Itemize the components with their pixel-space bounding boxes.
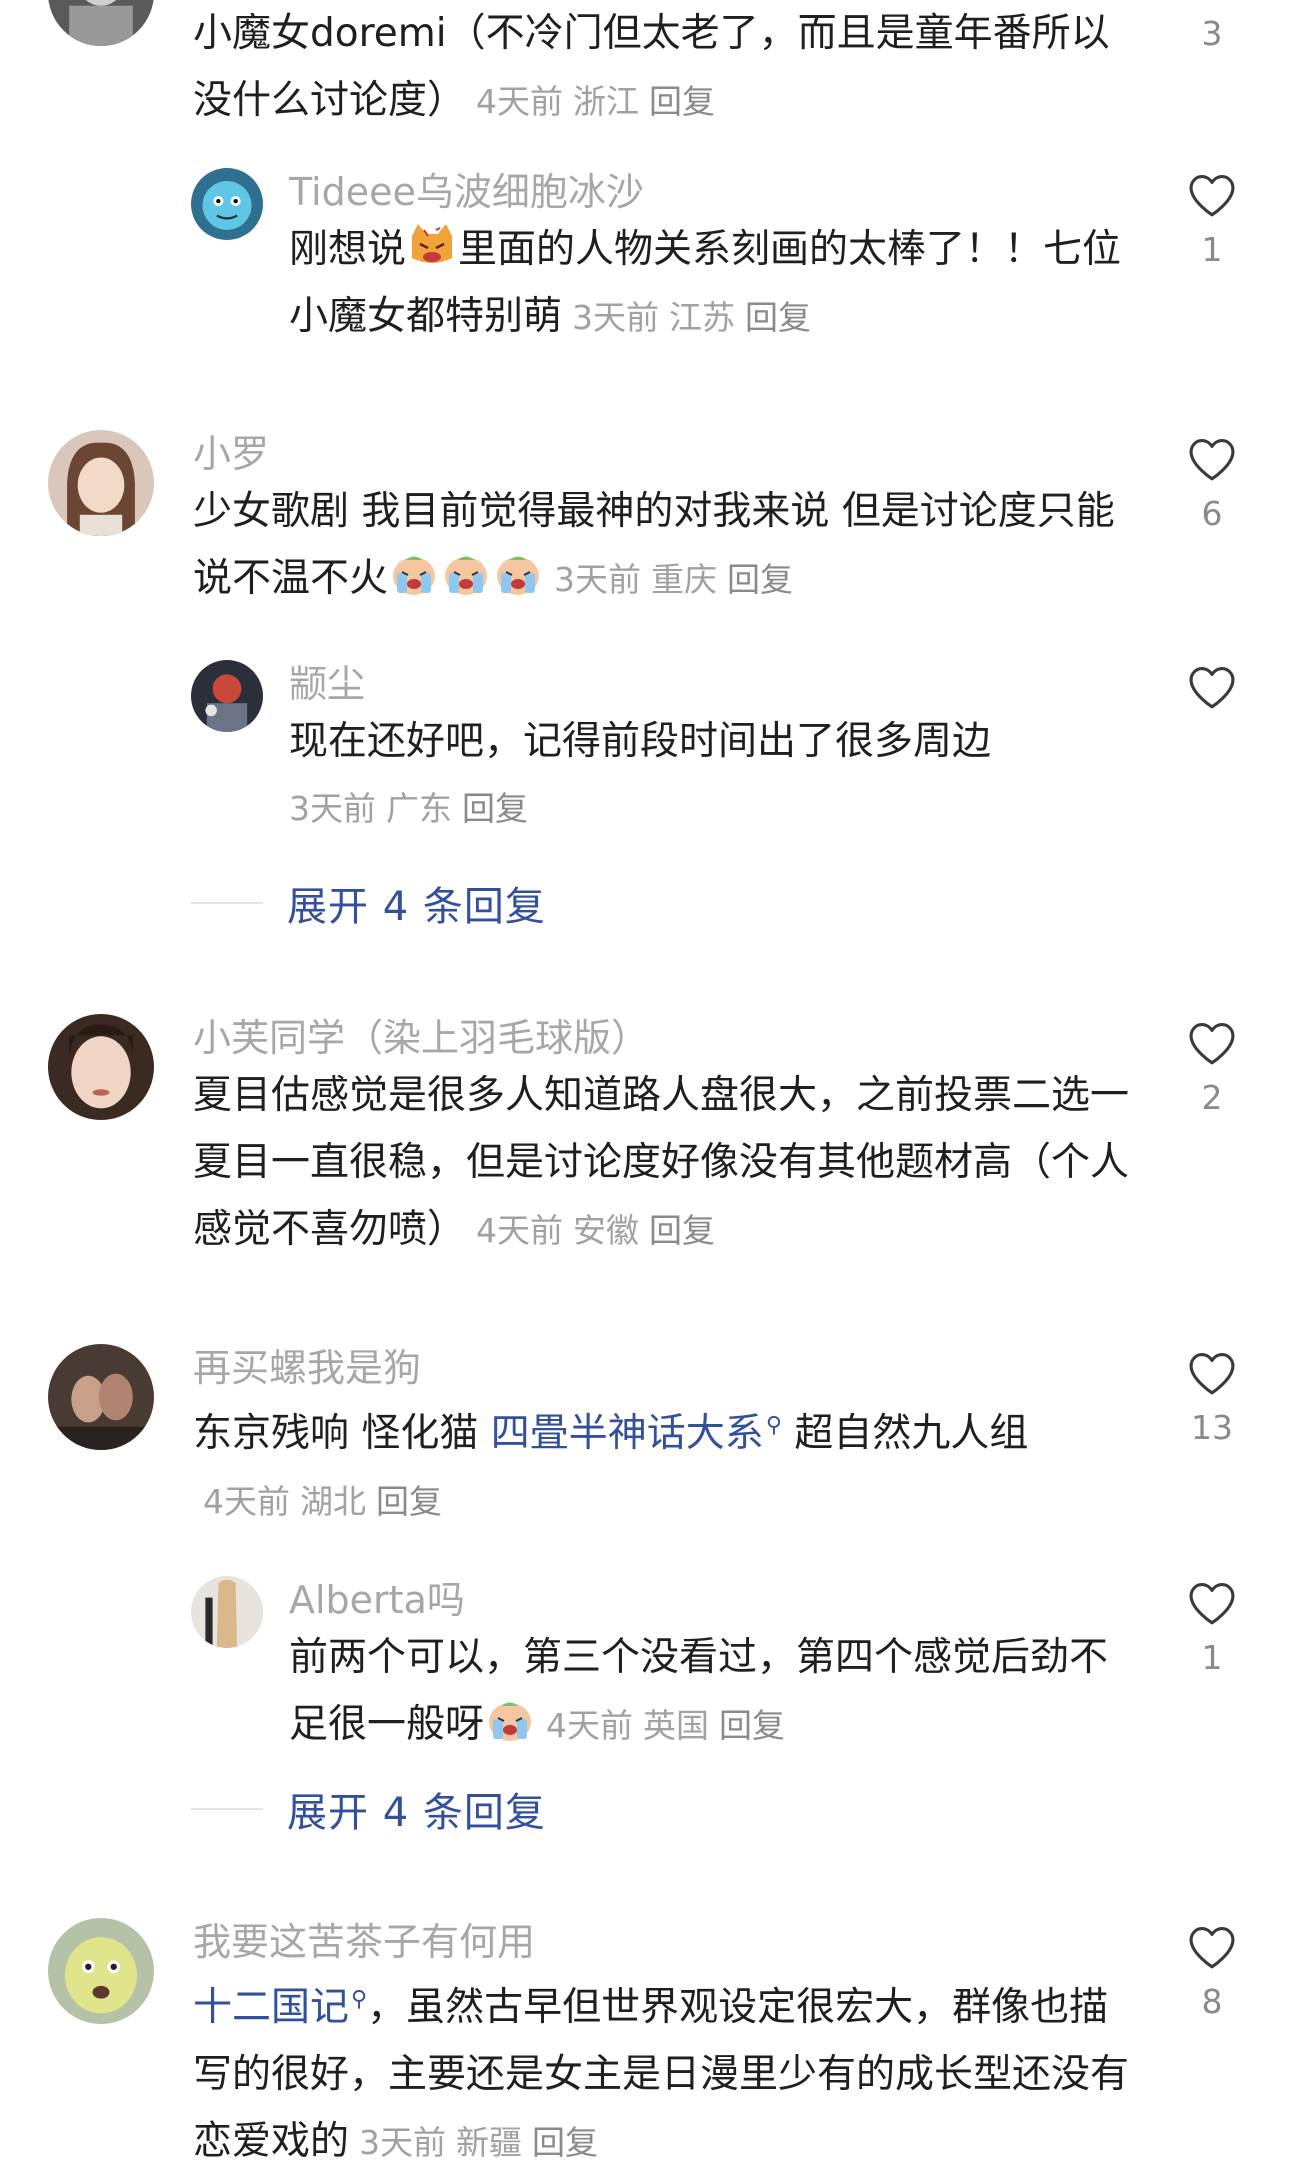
crying-face-emoji (440, 551, 492, 597)
divider (191, 902, 263, 904)
comment-region: 新疆 (456, 2123, 523, 2162)
username[interactable]: 我要这苦茶子有何用 (193, 1918, 1140, 1966)
like-button[interactable]: 1 (1182, 172, 1242, 270)
like-button[interactable]: 2 (1182, 1020, 1242, 1118)
username[interactable]: 再买螺我是狗 (193, 1344, 1140, 1392)
comment-meta: 4天前 安徽 回复 (476, 1211, 725, 1250)
heart-outline-icon (1186, 1924, 1238, 1970)
avatar[interactable] (48, 0, 154, 46)
comment-text: 小魔女doremi（不冷门但太老了，而且是童年番所以没什么讨论度） 4天前 浙江 回复 (193, 0, 1140, 135)
angry-cat-emoji (406, 222, 458, 268)
comment-text-content: 超自然九人组 (794, 1411, 1029, 1456)
reply-button[interactable]: 回复 (376, 1482, 442, 1521)
crying-face-emoji (484, 1697, 536, 1743)
comment-meta: 4天前 浙江 回复 (476, 82, 725, 121)
reply-button[interactable]: 回复 (719, 1706, 785, 1745)
comment-text: 前两个可以，第三个没看过，第四个感觉后劲不足很一般呀 4天前 英国 回复 (289, 1624, 1140, 1759)
search-keyword-link[interactable]: 四畳半神话大系⚲ (491, 1411, 782, 1456)
avatar[interactable] (48, 1344, 154, 1450)
comment-text: 夏目估感觉是很多人知道路人盘很大，之前投票二选一夏目一直很稳，但是讨论度好像没有… (193, 1062, 1140, 1264)
crying-face-emoji (388, 551, 440, 597)
comment-text: 刚想说 里面的人物关系刻画的太棒了！！七位小魔女都特别萌 3天前 江苏 回复 (289, 216, 1140, 351)
crying-face-emoji (492, 551, 544, 597)
like-button[interactable]: 8 (1182, 1924, 1242, 2022)
like-button[interactable] (1182, 664, 1242, 710)
reply-button[interactable]: 回复 (649, 1211, 715, 1250)
comment-meta: 3天前 重庆 回复 (554, 560, 803, 599)
comment-region: 重庆 (651, 560, 718, 599)
comment-region: 英国 (643, 1706, 710, 1745)
like-button[interactable]: 6 (1182, 436, 1242, 534)
avatar[interactable] (191, 660, 263, 732)
username[interactable]: Tideee乌波细胞冰沙 (289, 168, 1140, 216)
heart-outline-icon (1186, 1580, 1238, 1626)
comment-meta: 3天前 江苏 回复 (572, 298, 821, 337)
comment-meta: 3天前 广东 回复 (289, 775, 1140, 842)
comment-region: 广东 (386, 789, 452, 828)
expand-replies-label[interactable]: 展开 4 条回复 (287, 884, 546, 930)
comment-time: 4天前 (476, 82, 564, 121)
heart-outline-icon (1186, 1350, 1238, 1396)
search-mark-icon: ⚲ (765, 1413, 782, 1438)
comment-time: 3天前 (572, 298, 660, 337)
like-count: 2 (1201, 1078, 1223, 1117)
reply-button[interactable]: 回复 (462, 789, 528, 828)
comment-meta: 4天前 湖北 回复 (203, 1482, 452, 1521)
expand-replies-label[interactable]: 展开 4 条回复 (287, 1790, 546, 1836)
username[interactable]: Alberta吗 (289, 1576, 1140, 1624)
like-count: 6 (1201, 494, 1223, 533)
comment-text: 少女歌剧 我目前觉得最神的对我来说 但是讨论度只能说不温不火 3天前 重庆 回复 (193, 478, 1140, 613)
reply-button[interactable]: 回复 (532, 2123, 598, 2162)
comment-region: 浙江 (573, 82, 640, 121)
comment-region: 江苏 (669, 298, 736, 337)
comment-text: 东京残响 怪化猫 四畳半神话大系⚲ 超自然九人组 4天前 湖北 回复 (193, 1392, 1140, 1535)
comment-text-content: 刚想说 (289, 227, 407, 272)
comment-time: 4天前 (203, 1482, 290, 1521)
heart-outline-icon (1186, 664, 1238, 710)
reply-button[interactable]: 回复 (727, 560, 793, 599)
avatar[interactable] (191, 1576, 263, 1648)
avatar[interactable] (191, 168, 263, 240)
like-count: 13 (1191, 1408, 1233, 1447)
like-button[interactable]: 3 (1182, 0, 1242, 54)
reply-button[interactable]: 回复 (649, 82, 715, 121)
username[interactable]: 小芙同学（染上羽毛球版） (193, 1014, 1140, 1062)
like-count: 1 (1201, 230, 1223, 269)
username[interactable]: 颛尘 (289, 660, 1140, 708)
avatar[interactable] (48, 1014, 154, 1120)
heart-outline-icon (1186, 172, 1238, 218)
comment-time: 4天前 (546, 1706, 634, 1745)
comment-text-content: 东京残响 怪化猫 (193, 1411, 491, 1456)
like-count: 3 (1201, 14, 1223, 53)
comment-time: 3天前 (289, 789, 376, 828)
comment-time: 3天前 (359, 2123, 447, 2162)
like-count: 8 (1201, 1982, 1223, 2021)
avatar[interactable] (48, 1918, 154, 2024)
heart-outline-icon (1186, 436, 1238, 482)
expand-replies-button[interactable]: 展开 4 条回复 (191, 874, 546, 932)
like-count: 1 (1201, 1638, 1223, 1677)
avatar[interactable] (48, 430, 154, 536)
comment-text: 现在还好吧，记得前段时间出了很多周边 (289, 708, 1140, 775)
comment-meta: 4天前 英国 回复 (546, 1706, 795, 1745)
comment-time: 4天前 (476, 1211, 564, 1250)
comment-time: 3天前 (554, 560, 642, 599)
reply-button[interactable]: 回复 (745, 298, 811, 337)
username[interactable]: 小罗 (193, 430, 1140, 478)
comment-text-content: 现在还好吧，记得前段时间出了很多周边 (289, 719, 992, 764)
like-button[interactable]: 13 (1182, 1350, 1242, 1448)
search-keyword-label[interactable]: 四畳半神话大系 (491, 1411, 764, 1456)
comment-text: 十二国记⚲，虽然古早但世界观设定很宏大，群像也描写的很好，主要还是女主是日漫里少… (193, 1966, 1140, 2176)
comment-region: 湖北 (300, 1482, 366, 1521)
divider (191, 1808, 263, 1810)
search-mark-icon: ⚲ (351, 1987, 368, 2012)
comment-region: 安徽 (573, 1211, 640, 1250)
expand-replies-button[interactable]: 展开 4 条回复 (191, 1780, 546, 1838)
comment-meta: 3天前 新疆 回复 (359, 2123, 608, 2162)
heart-outline-icon (1186, 1020, 1238, 1066)
like-button[interactable]: 1 (1182, 1580, 1242, 1678)
search-keyword-label[interactable]: 十二国记 (193, 1985, 349, 2030)
search-keyword-link[interactable]: 十二国记⚲ (193, 1985, 367, 2030)
